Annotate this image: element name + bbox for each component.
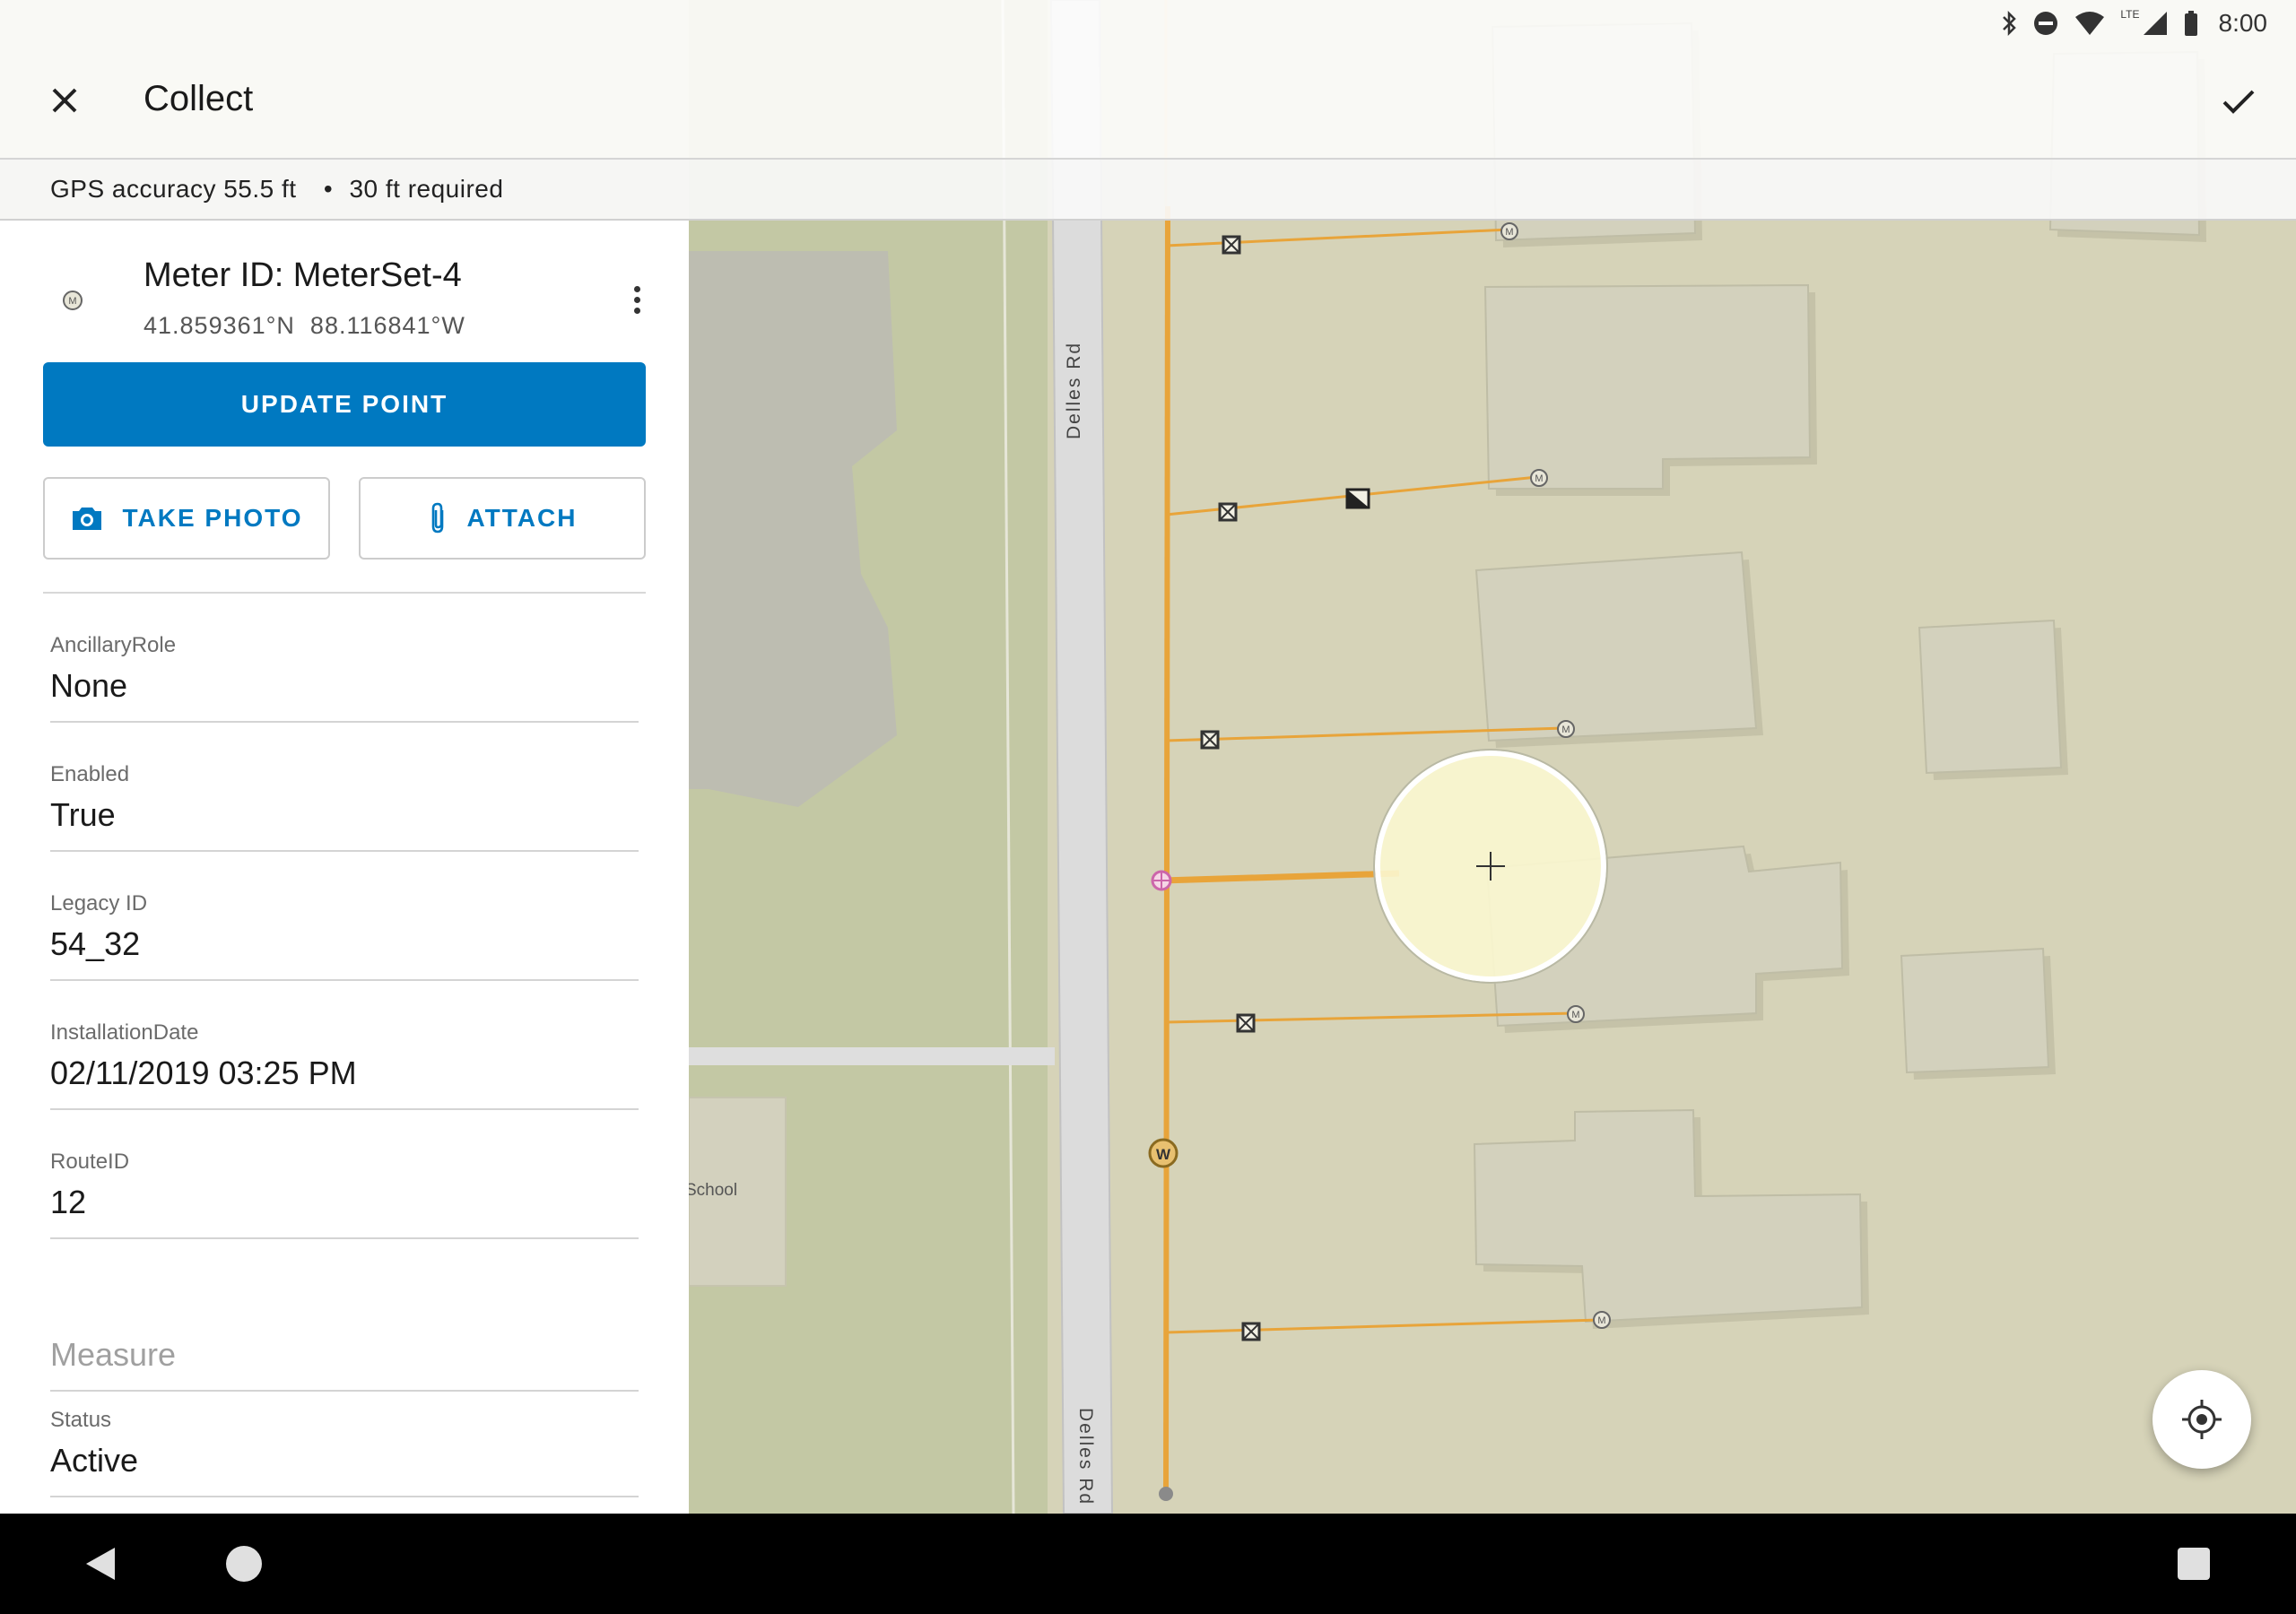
road-label-south: Delles Rd [1075,1408,1096,1506]
camera-icon [72,508,101,530]
field-enabled[interactable]: Enabled True [50,744,639,873]
feature-coordinates: 41.859361°N 88.116841°W [144,312,465,339]
home-button[interactable] [226,1546,262,1582]
field-underline [50,1237,639,1239]
network-type: LTE [2120,8,2140,21]
svg-text:M: M [68,296,76,307]
back-icon[interactable] [83,1544,118,1584]
feature-form-panel: M Meter ID: MeterSet-4 41.859361°N 88.11… [0,221,689,1514]
app-bar: LTE 8:00 Collect [0,0,2296,160]
field-label: Enabled [50,762,130,786]
field-value[interactable]: 12 [50,1184,86,1221]
field-label: RouteID [50,1150,130,1174]
svg-text:M: M [1535,473,1543,484]
svg-text:W: W [1156,1146,1171,1163]
do-not-disturb-icon [2034,12,2058,35]
attach-button[interactable]: ATTACH [359,477,646,560]
submit-button[interactable] [2215,79,2262,126]
svg-text:M: M [1571,1010,1579,1020]
divider [43,592,646,594]
take-photo-button[interactable]: TAKE PHOTO [43,477,330,560]
field-underline [50,979,639,981]
gps-accuracy-bar: GPS accuracy 55.5 ft • 30 ft required [0,160,2296,221]
field-underline [50,721,639,723]
field-ancillary-role[interactable]: AncillaryRole None [50,615,639,744]
svg-text:M: M [1505,227,1513,238]
field-underline [50,1108,639,1110]
field-label: InstallationDate [50,1020,199,1045]
status-time: 8:00 [2218,9,2268,37]
bluetooth-icon [2003,10,2017,37]
page-title: Collect [144,79,254,118]
field-measure[interactable]: Measure [50,1261,639,1392]
field-value[interactable]: 02/11/2019 03:25 PM [50,1054,357,1092]
field-label: Legacy ID [50,891,148,915]
system-nav-bar [0,1514,2296,1614]
attach-label: ATTACH [466,504,578,532]
status-bar: LTE 8:00 [2000,5,2267,41]
cell-signal-icon [2143,12,2167,35]
svg-text:M: M [1561,725,1570,735]
feature-title: Meter ID: MeterSet-4 [144,256,462,294]
road-label-north: Delles Rd [1064,342,1084,439]
field-underline [50,850,639,852]
gps-required-text: 30 ft required [349,175,504,203]
paperclip-icon [431,502,443,534]
field-legacy-id[interactable]: Legacy ID 54_32 [50,873,639,1002]
gps-separator: • [323,175,334,203]
update-point-button[interactable]: UPDATE POINT [43,362,646,447]
field-status[interactable]: Status Active [50,1390,639,1514]
wifi-icon [2075,12,2105,35]
recents-button[interactable] [2178,1548,2210,1580]
battery-icon [2184,11,2197,36]
field-route-id[interactable]: RouteID 12 [50,1132,639,1261]
field-label: AncillaryRole [50,633,177,657]
location-target-icon [2182,1400,2222,1439]
field-value[interactable]: True [50,796,116,834]
field-placeholder[interactable]: Measure [50,1336,176,1374]
gps-accuracy-text: GPS accuracy 55.5 ft [50,175,297,203]
field-label: Status [50,1408,112,1432]
field-installation-date[interactable]: InstallationDate 02/11/2019 03:25 PM [50,1002,639,1132]
checkmark-icon [2222,90,2255,114]
more-options-button[interactable] [621,274,653,325]
school-label: School [685,1181,737,1200]
meter-icon: M [63,291,83,310]
field-value[interactable]: Active [50,1442,138,1480]
my-location-button[interactable] [2152,1370,2251,1469]
field-value[interactable]: 54_32 [50,925,140,963]
field-underline [50,1496,639,1497]
take-photo-label: TAKE PHOTO [122,504,303,532]
svg-text:M: M [1597,1315,1605,1326]
close-button[interactable] [41,77,88,124]
field-value[interactable]: None [50,667,127,705]
close-icon [52,88,77,113]
